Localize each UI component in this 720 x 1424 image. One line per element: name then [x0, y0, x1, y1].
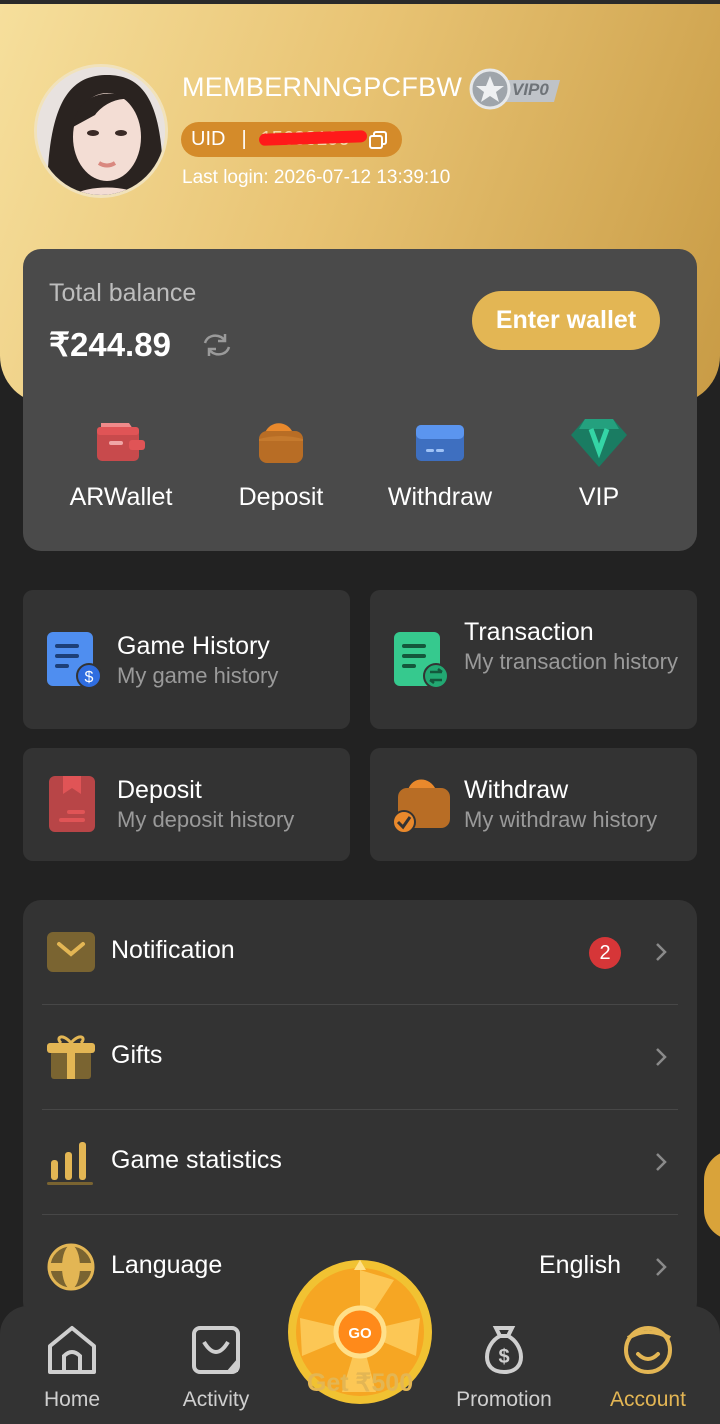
vip-level-badge[interactable]: VIP0 — [468, 68, 564, 110]
card-subtitle: My deposit history — [117, 807, 295, 832]
menu-label: Notification — [111, 936, 235, 964]
copy-icon[interactable] — [368, 130, 388, 150]
floating-side-button[interactable] — [704, 1150, 720, 1240]
bar-chart-icon — [47, 1142, 93, 1185]
tab-label: Account — [610, 1388, 686, 1411]
uid-redaction-mark — [258, 130, 367, 146]
avatar[interactable] — [34, 64, 168, 198]
quick-action-label: Withdraw — [387, 483, 493, 511]
get-bonus-label[interactable]: Get ₹500 — [286, 1368, 434, 1398]
menu-label: Language — [111, 1251, 223, 1279]
last-login: Last login: 2026-07-12 13:39:10 — [182, 167, 451, 188]
quick-action-label: VIP — [578, 483, 620, 511]
svg-text:$: $ — [85, 669, 94, 686]
avatar-portrait-icon — [37, 67, 165, 195]
shopping-bag-icon — [192, 1326, 240, 1374]
gift-icon — [47, 1035, 95, 1079]
quick-action-withdraw[interactable]: Withdraw — [365, 417, 515, 512]
uid-label: UID — [191, 128, 226, 150]
chevron-right-icon — [656, 1048, 667, 1066]
withdraw-history-icon — [392, 779, 450, 834]
account-smile-icon — [624, 1326, 672, 1374]
uid-separator: | — [241, 128, 247, 150]
tab-promotion[interactable]: $ Promotion — [444, 1322, 564, 1412]
quick-action-arwallet[interactable]: ARWallet — [46, 417, 196, 512]
deposit-history-icon — [49, 776, 95, 832]
menu-label: Gifts — [111, 1041, 163, 1069]
uid-pill[interactable]: UID | 15638190 — [181, 122, 402, 157]
total-balance-amount: ₹244.89 — [49, 326, 171, 363]
menu-label: Game statistics — [111, 1146, 282, 1174]
game-history-card[interactable]: $ Game History My game history — [23, 590, 350, 729]
deposit-history-card[interactable]: Deposit My deposit history — [23, 748, 350, 861]
wallet-icon — [97, 423, 145, 461]
quick-action-label: ARWallet — [69, 483, 173, 511]
menu-item-gifts[interactable]: Gifts — [23, 1005, 697, 1110]
refresh-icon[interactable] — [201, 331, 233, 359]
username: MEMBERNNGPCFBW — [182, 72, 463, 102]
menu-item-notification[interactable]: Notification 2 — [23, 900, 697, 1005]
card-subtitle: My game history — [117, 663, 279, 688]
quick-action-vip[interactable]: VIP — [524, 417, 674, 512]
card-title: Deposit — [117, 776, 202, 804]
enter-wallet-button[interactable]: Enter wallet — [472, 291, 660, 350]
chevron-right-icon — [656, 1153, 667, 1171]
vip-level-text: VIP0 — [512, 80, 549, 99]
card-subtitle: My withdraw history — [464, 807, 658, 832]
transaction-card[interactable]: Transaction My transaction history — [370, 590, 697, 729]
vip-diamond-icon — [571, 419, 627, 467]
envelope-icon — [47, 932, 95, 972]
game-history-icon: $ — [47, 632, 101, 689]
settings-menu: Notification 2 Gifts Game statistics Lan… — [23, 900, 697, 1320]
transaction-icon — [394, 632, 448, 689]
tab-label: Promotion — [456, 1388, 552, 1411]
tab-label: Activity — [182, 1388, 250, 1411]
language-value: English — [539, 1251, 621, 1279]
card-title: Game History — [117, 632, 270, 660]
wheel-go-text: GO — [348, 1325, 372, 1342]
tab-account[interactable]: Account — [588, 1322, 708, 1412]
withdraw-history-card[interactable]: Withdraw My withdraw history — [370, 748, 697, 861]
quick-action-deposit[interactable]: Deposit — [206, 417, 356, 512]
notification-count-badge: 2 — [589, 937, 621, 969]
deposit-purse-icon — [259, 423, 303, 463]
quick-action-label: Deposit — [238, 483, 324, 511]
uid-value: 15638190 — [258, 128, 373, 151]
balance-card: Total balance ₹244.89 Enter wallet ARWal… — [23, 249, 697, 551]
globe-icon — [47, 1243, 95, 1291]
tab-activity[interactable]: Activity — [156, 1322, 276, 1412]
chevron-right-icon — [656, 943, 667, 961]
tab-home[interactable]: Home — [12, 1322, 132, 1412]
card-title: Transaction — [464, 618, 594, 646]
card-subtitle: My transaction history — [464, 649, 678, 674]
money-bag-icon: $ — [485, 1326, 523, 1375]
menu-item-game-statistics[interactable]: Game statistics — [23, 1110, 697, 1215]
card-icon — [416, 425, 464, 461]
svg-text:$: $ — [498, 1346, 509, 1368]
total-balance-label: Total balance — [49, 279, 197, 307]
tab-label: Home — [43, 1388, 101, 1411]
card-title: Withdraw — [464, 776, 569, 804]
chevron-right-icon — [656, 1258, 667, 1276]
home-icon — [48, 1326, 96, 1374]
